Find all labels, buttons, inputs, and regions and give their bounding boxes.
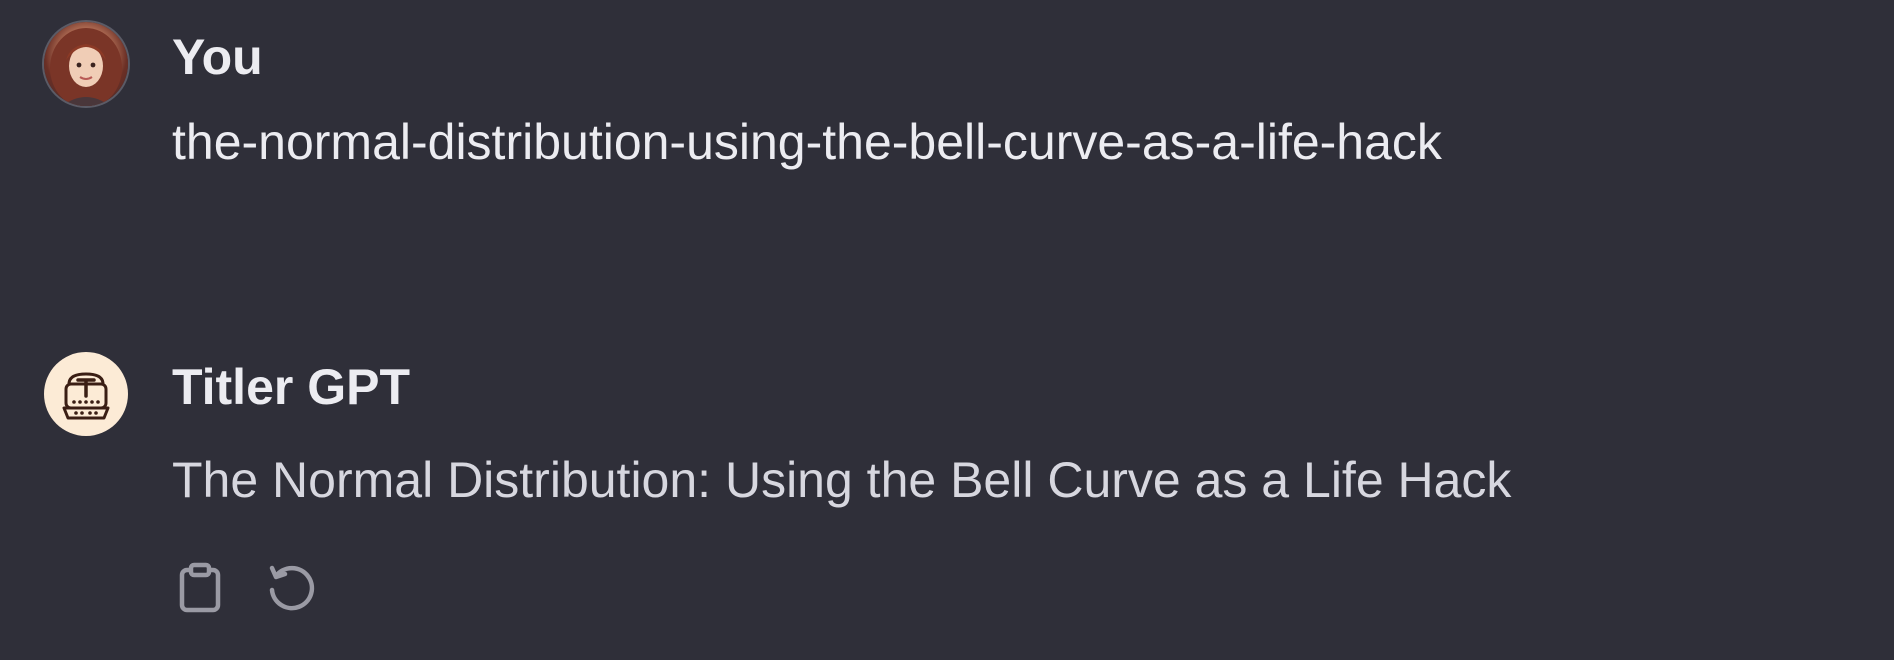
user-avatar — [44, 22, 128, 106]
chat-thread: You the-normal-distribution-using-the-be… — [0, 0, 1894, 660]
user-portrait-avatar — [50, 28, 122, 106]
regenerate-button[interactable] — [262, 558, 322, 618]
assistant-avatar — [44, 352, 128, 436]
assistant-message-text: The Normal Distribution: Using the Bell … — [172, 452, 1512, 508]
regenerate-icon — [269, 565, 315, 611]
message-actions — [172, 558, 322, 618]
typewriter-icon — [62, 372, 110, 420]
copy-button[interactable] — [172, 558, 232, 618]
assistant-author-name: Titler GPT — [172, 359, 411, 415]
user-author-name: You — [172, 29, 263, 85]
user-message-text: the-normal-distribution-using-the-bell-c… — [172, 114, 1442, 170]
clipboard-icon — [179, 562, 221, 613]
